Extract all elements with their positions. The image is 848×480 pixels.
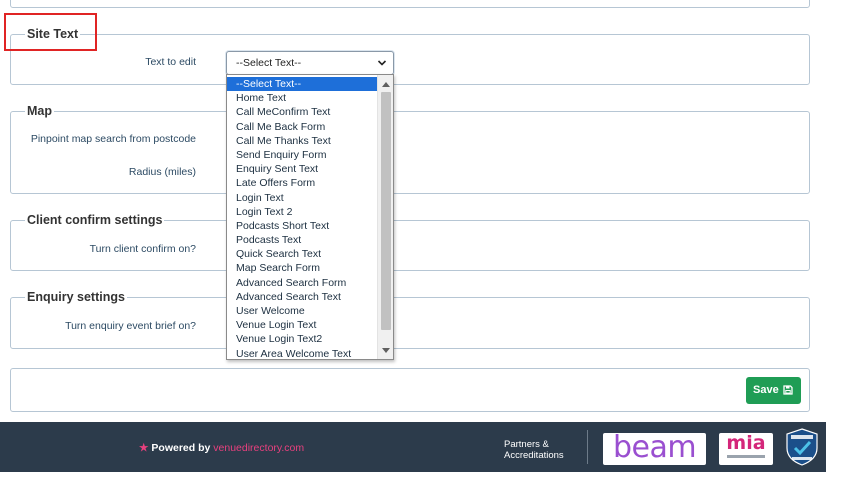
save-button[interactable]: Save xyxy=(746,377,801,404)
text-to-edit-select[interactable]: --Select Text-- xyxy=(226,51,394,75)
client-confirm-section: Client confirm settings xyxy=(10,213,810,271)
cyber-essentials-badge-icon[interactable] xyxy=(785,428,819,466)
pinpoint-map-label: Pinpoint map search from postcode xyxy=(30,133,196,145)
mia-logo-text: mia xyxy=(726,432,766,454)
dropdown-option[interactable]: Call Me Back Form xyxy=(227,120,377,134)
dropdown-scrollbar[interactable] xyxy=(377,75,393,359)
chevron-down-icon xyxy=(377,58,387,71)
enquiry-brief-label: Turn enquiry event brief on? xyxy=(65,320,196,332)
dropdown-option[interactable]: Venue Login Text2 xyxy=(227,332,377,346)
radius-label: Radius (miles) xyxy=(128,166,196,178)
client-confirm-legend: Client confirm settings xyxy=(27,213,163,227)
client-confirm-label: Turn client confirm on? xyxy=(89,243,196,255)
annotation-highlight-box xyxy=(4,13,97,51)
beam-logo[interactable]: beam xyxy=(603,433,706,465)
dropdown-option[interactable]: Map Search Form xyxy=(227,261,377,275)
top-panel xyxy=(10,0,810,8)
partners-line-1: Partners & xyxy=(504,439,549,450)
dropdown-option[interactable]: Advanced Search Form xyxy=(227,276,377,290)
scroll-down-arrow-icon[interactable] xyxy=(382,348,390,353)
dropdown-option[interactable]: Quick Search Text xyxy=(227,247,377,261)
map-legend: Map xyxy=(27,104,52,118)
text-to-edit-label: Text to edit xyxy=(145,56,196,68)
dropdown-option[interactable]: --Select Text-- xyxy=(227,77,377,92)
partners-accreditations: Partners & Accreditations xyxy=(504,439,564,461)
scroll-up-arrow-icon[interactable] xyxy=(382,82,390,87)
mia-logo[interactable]: mia xyxy=(719,433,773,465)
select-value: --Select Text-- xyxy=(236,57,302,69)
dropdown-options: --Select Text-- Home Text Call MeConfirm… xyxy=(227,77,377,361)
scroll-thumb[interactable] xyxy=(381,92,391,330)
dropdown-option[interactable]: Login Text xyxy=(227,191,377,205)
dropdown-option[interactable]: Login Text 2 xyxy=(227,205,377,219)
dropdown-option[interactable]: Venue Login Text xyxy=(227,318,377,332)
save-label: Save xyxy=(753,384,779,396)
dropdown-option[interactable]: Podcasts Text xyxy=(227,233,377,247)
mia-logo-tagline-bar xyxy=(727,455,765,458)
page: Site Text Text to edit Map Pinpoint map … xyxy=(0,0,848,480)
dropdown-option[interactable]: Podcasts Short Text xyxy=(227,219,377,233)
dropdown-option[interactable]: Advanced Search Text xyxy=(227,290,377,304)
dropdown-option[interactable]: Send Enquiry Form xyxy=(227,148,377,162)
footer-divider xyxy=(587,430,588,464)
footer: ★ Powered by venuedirectory.com Partners … xyxy=(0,422,826,472)
enquiry-settings-legend: Enquiry settings xyxy=(27,290,125,304)
dropdown-option[interactable]: Enquiry Sent Text xyxy=(227,162,377,176)
map-section: Map xyxy=(10,104,810,194)
save-panel xyxy=(10,368,810,412)
powered-by-text: Powered by xyxy=(151,442,211,454)
star-icon: ★ xyxy=(139,442,149,454)
partners-line-2: Accreditations xyxy=(504,450,564,461)
dropdown-option[interactable]: Home Text xyxy=(227,91,377,105)
dropdown-option[interactable]: User Welcome xyxy=(227,304,377,318)
venuedirectory-link[interactable]: venuedirectory.com xyxy=(213,442,304,454)
dropdown-option[interactable]: User Area Welcome Text xyxy=(227,347,377,361)
floppy-disk-icon xyxy=(783,385,793,398)
powered-by: ★ Powered by venuedirectory.com xyxy=(139,442,304,454)
select-dropdown-list[interactable]: --Select Text-- Home Text Call MeConfirm… xyxy=(226,74,394,360)
dropdown-option[interactable]: Call MeConfirm Text xyxy=(227,105,377,119)
dropdown-option[interactable]: Late Offers Form xyxy=(227,176,377,190)
dropdown-option[interactable]: Call Me Thanks Text xyxy=(227,134,377,148)
